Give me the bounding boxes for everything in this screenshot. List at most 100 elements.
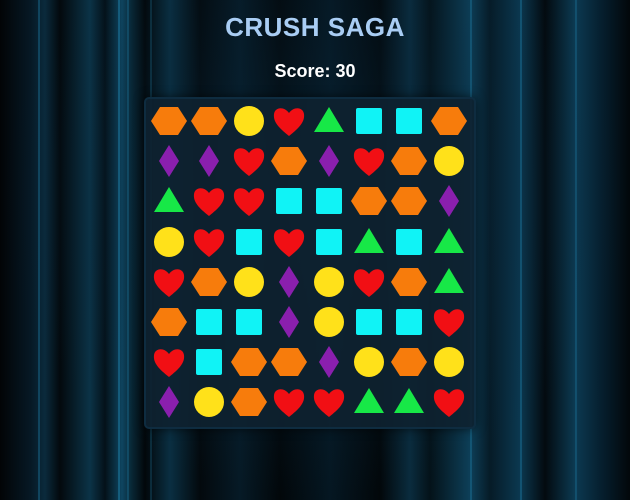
heart-icon	[193, 228, 225, 257]
triangle-icon	[434, 267, 464, 293]
gem-hexagon[interactable]	[189, 101, 229, 141]
gem-circle[interactable]	[309, 262, 349, 302]
gem-triangle[interactable]	[149, 181, 189, 221]
gem-hexagon[interactable]	[389, 262, 429, 302]
hexagon-icon	[231, 348, 267, 377]
square-icon	[236, 228, 262, 255]
gem-circle[interactable]	[189, 382, 229, 422]
diamond-icon	[279, 265, 299, 298]
heart-icon	[193, 188, 225, 217]
triangle-icon	[354, 388, 384, 414]
gem-diamond[interactable]	[149, 141, 189, 181]
gem-hexagon[interactable]	[269, 141, 309, 181]
gem-heart[interactable]	[149, 342, 189, 382]
gem-triangle[interactable]	[389, 382, 429, 422]
gem-diamond[interactable]	[429, 181, 469, 221]
square-icon	[356, 108, 382, 134]
square-icon	[316, 188, 342, 215]
gem-circle[interactable]	[429, 342, 469, 382]
square-icon	[356, 309, 382, 335]
triangle-icon	[354, 227, 384, 253]
gem-heart[interactable]	[429, 382, 469, 422]
gem-diamond[interactable]	[149, 382, 189, 422]
diamond-icon	[319, 145, 339, 178]
gem-hexagon[interactable]	[389, 342, 429, 382]
gem-circle[interactable]	[429, 141, 469, 181]
gem-triangle[interactable]	[309, 101, 349, 141]
gem-triangle[interactable]	[349, 222, 389, 262]
gem-hexagon[interactable]	[149, 101, 189, 141]
gem-triangle[interactable]	[429, 222, 469, 262]
gem-heart[interactable]	[149, 262, 189, 302]
hexagon-icon	[191, 107, 227, 135]
gem-square[interactable]	[229, 222, 269, 262]
square-icon	[236, 309, 262, 335]
gem-diamond[interactable]	[269, 302, 309, 342]
gem-circle[interactable]	[149, 222, 189, 262]
gem-diamond[interactable]	[309, 342, 349, 382]
diamond-icon	[439, 185, 459, 218]
gem-square[interactable]	[389, 101, 429, 141]
triangle-icon	[394, 388, 424, 414]
gem-square[interactable]	[309, 181, 349, 221]
gem-heart[interactable]	[269, 101, 309, 141]
hexagon-icon	[431, 107, 467, 135]
circle-icon	[234, 266, 264, 297]
hexagon-icon	[271, 147, 307, 176]
gem-square[interactable]	[309, 222, 349, 262]
gem-hexagon[interactable]	[149, 302, 189, 342]
gem-heart[interactable]	[229, 181, 269, 221]
gem-triangle[interactable]	[429, 262, 469, 302]
gem-circle[interactable]	[309, 302, 349, 342]
square-icon	[276, 188, 302, 215]
gem-hexagon[interactable]	[189, 262, 229, 302]
gem-hexagon[interactable]	[349, 181, 389, 221]
game-title: CRUSH SAGA	[225, 12, 405, 42]
gem-circle[interactable]	[229, 262, 269, 302]
triangle-icon	[154, 187, 184, 213]
gem-heart[interactable]	[189, 181, 229, 221]
gem-heart[interactable]	[189, 222, 229, 262]
gem-heart[interactable]	[349, 141, 389, 181]
triangle-icon	[434, 227, 464, 253]
heart-icon	[273, 108, 305, 136]
gem-hexagon[interactable]	[389, 141, 429, 181]
gem-hexagon[interactable]	[229, 382, 269, 422]
gem-hexagon[interactable]	[389, 181, 429, 221]
gem-hexagon[interactable]	[229, 342, 269, 382]
gem-heart[interactable]	[349, 262, 389, 302]
gem-diamond[interactable]	[189, 141, 229, 181]
gem-square[interactable]	[269, 181, 309, 221]
gem-circle[interactable]	[229, 101, 269, 141]
diamond-icon	[159, 145, 179, 178]
square-icon	[316, 228, 342, 255]
gem-square[interactable]	[189, 342, 229, 382]
diamond-icon	[199, 145, 219, 178]
gem-square[interactable]	[349, 302, 389, 342]
gem-heart[interactable]	[309, 382, 349, 422]
hexagon-icon	[151, 107, 187, 135]
gem-heart[interactable]	[269, 382, 309, 422]
gem-circle[interactable]	[349, 342, 389, 382]
score-display: Score: 30	[274, 61, 356, 81]
gem-square[interactable]	[389, 302, 429, 342]
hexagon-icon	[351, 187, 387, 216]
gem-heart[interactable]	[429, 302, 469, 342]
hexagon-icon	[151, 308, 187, 336]
gem-diamond[interactable]	[269, 262, 309, 302]
triangle-icon	[314, 107, 344, 132]
gem-heart[interactable]	[229, 141, 269, 181]
heart-icon	[353, 148, 385, 177]
gem-square[interactable]	[229, 302, 269, 342]
gem-diamond[interactable]	[309, 141, 349, 181]
circle-icon	[434, 347, 464, 378]
heart-icon	[433, 309, 465, 337]
gem-triangle[interactable]	[349, 382, 389, 422]
gem-square[interactable]	[189, 302, 229, 342]
heart-icon	[273, 389, 305, 418]
gem-hexagon[interactable]	[429, 101, 469, 141]
gem-square[interactable]	[349, 101, 389, 141]
gem-square[interactable]	[389, 222, 429, 262]
gem-heart[interactable]	[269, 222, 309, 262]
gem-hexagon[interactable]	[269, 342, 309, 382]
